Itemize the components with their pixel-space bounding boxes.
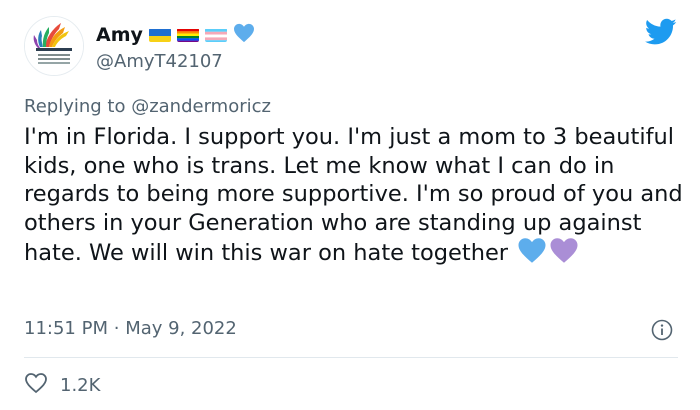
tweet-body: I'm in Florida. I support you. I'm just … (24, 123, 684, 272)
replying-to-line: Replying to @zandermoricz (24, 96, 271, 117)
display-name[interactable]: Amy (96, 24, 143, 46)
purple-heart-emoji-icon (549, 237, 579, 272)
timestamp-separator: · (113, 318, 120, 339)
avatar[interactable] (24, 16, 84, 76)
user-name-row: Amy (96, 23, 255, 47)
avatar-image (25, 17, 83, 75)
tweet-text: I'm in Florida. I support you. I'm just … (24, 124, 683, 266)
user-handle[interactable]: @AmyT42107 (96, 51, 223, 72)
transgender-flag-icon (204, 28, 227, 42)
blue-heart-icon (233, 23, 255, 47)
divider (24, 357, 678, 358)
ukraine-flag-icon (148, 28, 171, 42)
rainbow-pride-flag-icon (176, 28, 199, 42)
info-icon[interactable] (651, 319, 673, 341)
tweet-timestamp[interactable]: 11:51 PM · May 9, 2022 (24, 318, 237, 339)
like-count: 1.2K (60, 375, 101, 396)
heart-icon[interactable] (24, 372, 48, 399)
like-action[interactable]: 1.2K (24, 372, 100, 399)
twitter-bird-icon[interactable] (644, 18, 677, 46)
blue-heart-emoji-icon (517, 237, 547, 272)
reply-mention-link[interactable]: @zandermoricz (131, 96, 271, 117)
tweet-time: 11:51 PM (24, 318, 108, 339)
tweet-date: May 9, 2022 (125, 318, 237, 339)
replying-to-prefix: Replying to (24, 96, 132, 117)
